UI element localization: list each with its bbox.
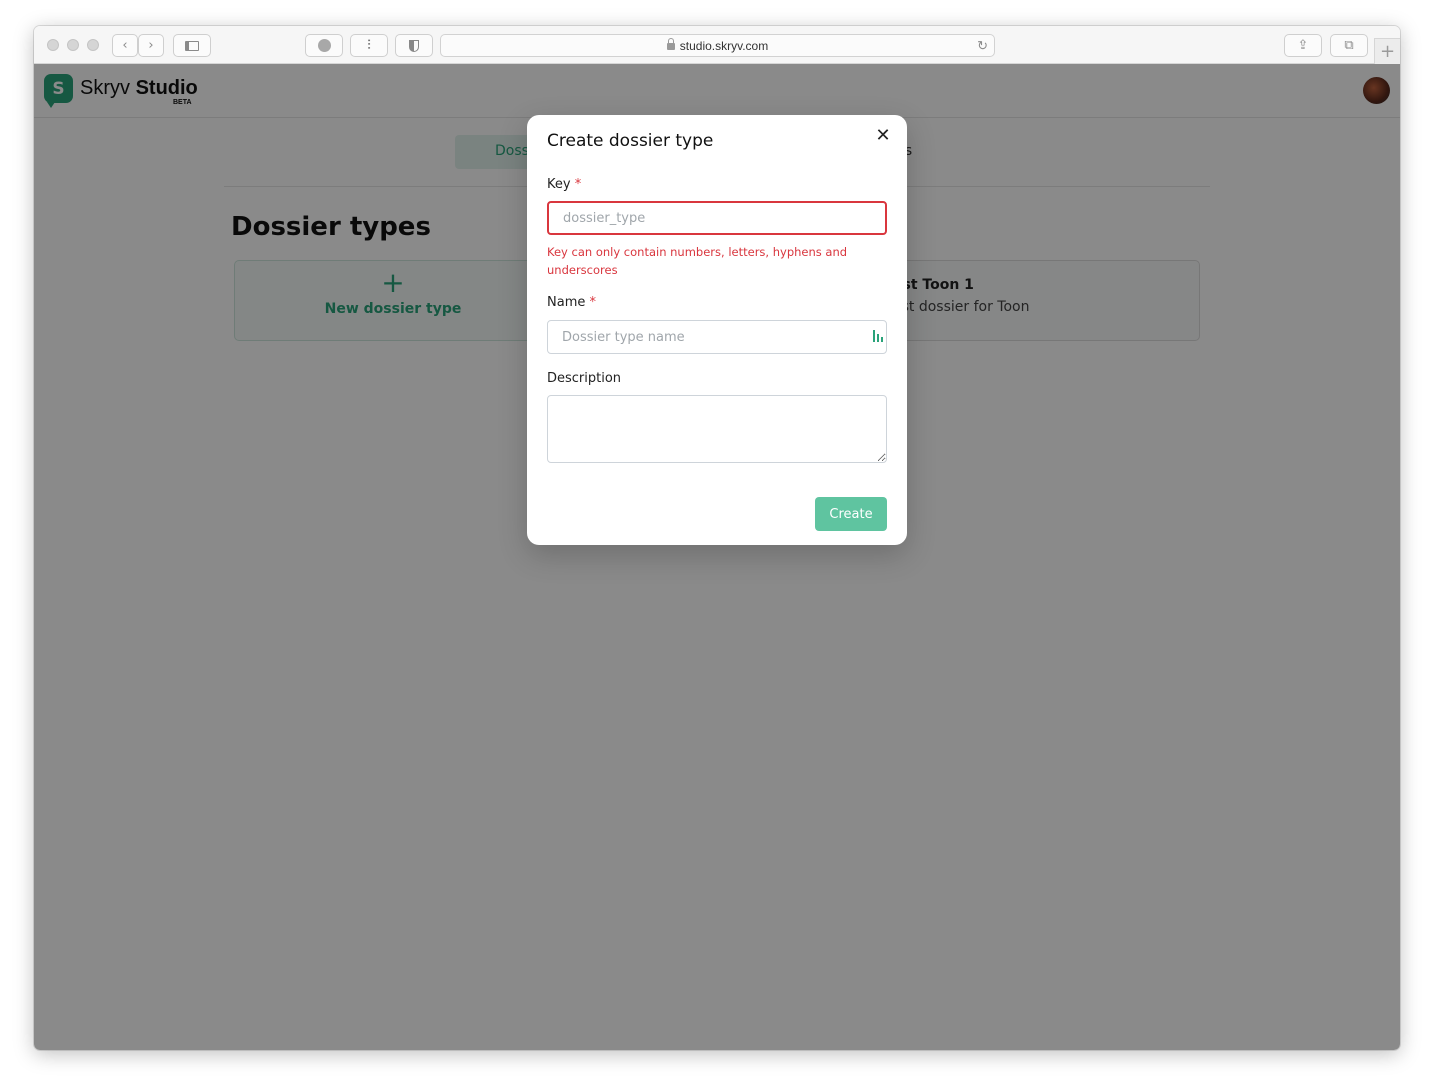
required-marker: * [589, 295, 597, 310]
grammarly-icon [317, 39, 331, 52]
key-label: Key * [547, 177, 581, 192]
lock-icon [666, 38, 675, 50]
plus-icon: + [1379, 41, 1396, 62]
create-button[interactable]: Create [815, 497, 887, 531]
privacy-extension-button[interactable] [395, 34, 433, 57]
extension-button[interactable]: ⫶ [350, 34, 388, 57]
name-label: Name * [547, 295, 596, 310]
key-error-message: Key can only contain numbers, letters, h… [547, 245, 848, 277]
share-button[interactable]: ⇪ [1284, 34, 1322, 57]
browser-toolbar: ‹ › ⫶ studio.skryv.com ↻ ⇪ ⧉ + [34, 26, 1400, 64]
modal-title: Create dossier type [547, 131, 714, 151]
description-textarea[interactable] [547, 395, 887, 463]
zoom-window-button[interactable] [87, 39, 99, 51]
key-input[interactable] [547, 201, 887, 235]
key-label-text: Key [547, 177, 571, 192]
page: S Skryv Studio BETA Doss gs Dossier type… [34, 64, 1400, 1050]
close-icon[interactable]: ✕ [873, 125, 893, 146]
share-icon: ⇪ [1297, 38, 1309, 53]
sidebar-toggle-button[interactable] [173, 34, 211, 57]
name-input[interactable] [547, 320, 887, 354]
password-manager-icon[interactable] [873, 330, 883, 342]
grammarly-extension-button[interactable] [305, 34, 343, 57]
tabs-overview-button[interactable]: ⧉ [1330, 34, 1368, 57]
url-text: studio.skryv.com [679, 38, 769, 53]
back-button[interactable]: ‹ [112, 34, 138, 57]
minimize-window-button[interactable] [67, 39, 79, 51]
create-dossier-type-modal: Create dossier type ✕ Key * Key can only… [527, 115, 907, 545]
bars-icon: ⫶ [367, 38, 371, 53]
close-window-button[interactable] [47, 39, 59, 51]
chevron-right-icon: › [148, 38, 154, 53]
sidebar-icon [185, 40, 199, 51]
chevron-left-icon: ‹ [122, 38, 128, 53]
required-marker: * [574, 177, 582, 192]
tabs-icon: ⧉ [1344, 38, 1354, 53]
reload-icon[interactable]: ↻ [977, 38, 988, 54]
description-label: Description [547, 371, 622, 386]
address-bar[interactable]: studio.skryv.com ↻ [440, 34, 995, 57]
shield-icon [409, 39, 419, 52]
new-tab-button[interactable]: + [1374, 38, 1400, 64]
forward-button[interactable]: › [138, 34, 164, 57]
name-label-text: Name [547, 295, 586, 310]
browser-window: ‹ › ⫶ studio.skryv.com ↻ ⇪ ⧉ + S Skryv S… [34, 26, 1400, 1050]
